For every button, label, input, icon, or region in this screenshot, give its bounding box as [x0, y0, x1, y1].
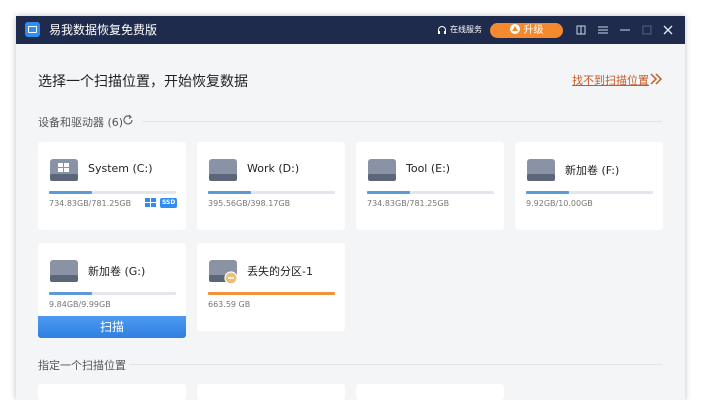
drive-usage-fill [208, 191, 252, 194]
upgrade-icon [509, 24, 520, 34]
hard-drive-icon [50, 159, 78, 181]
close-icon[interactable] [661, 22, 675, 38]
locations-section-label: 指定一个扫描位置 [38, 359, 126, 372]
location-card[interactable] [356, 384, 504, 400]
drive-size: 9.84GB/9.99GB [49, 300, 111, 309]
drive-size: 663.59 GB [208, 300, 251, 309]
drive-usage-fill [367, 191, 411, 194]
windows-icon [145, 198, 157, 208]
hard-drive-icon [368, 159, 396, 181]
section-divider [142, 121, 662, 122]
drive-usage-fill [208, 292, 335, 295]
drive-size: 9.92GB/10.00GB [526, 199, 593, 208]
drive-usage-bar [208, 191, 335, 194]
drive-usage-fill [49, 292, 93, 295]
drive-card-g[interactable]: 新加卷 (G:) 9.84GB/9.99GB 扫描 [38, 243, 186, 338]
drive-usage-bar [49, 191, 176, 194]
drive-card-lost-partition[interactable]: 丢失的分区-1 663.59 GB [197, 243, 345, 331]
upgrade-label: 升级 [523, 25, 544, 36]
scan-button[interactable]: 扫描 [38, 316, 186, 338]
maximize-icon[interactable] [640, 22, 654, 38]
hard-drive-icon [527, 159, 555, 181]
drive-usage-fill [49, 191, 93, 194]
cant-find-location-link[interactable]: 找不到扫描位置 [572, 72, 649, 88]
upgrade-button[interactable]: 升级 [490, 23, 563, 38]
drive-name: Tool (E:) [406, 162, 451, 175]
online-support-button[interactable]: 在线服务 [437, 24, 482, 36]
main-content: 选择一个扫描位置，开始恢复数据 找不到扫描位置 设备和驱动器 (6) Syste… [16, 44, 685, 400]
devices-section-label: 设备和驱动器 (6) [38, 116, 124, 129]
drive-usage-bar [49, 292, 176, 295]
drive-size: 734.83GB/781.25GB [367, 199, 450, 208]
headset-icon [438, 25, 446, 34]
drive-name: 新加卷 (G:) [88, 265, 146, 278]
drive-card-c[interactable]: System (C:) 734.83GB/781.25GB SSD [38, 142, 186, 230]
drive-usage-fill [526, 191, 570, 194]
drive-usage-bar [526, 191, 653, 194]
drive-usage-bar [367, 191, 494, 194]
app-window: 易我数据恢复免费版 在线服务 升级 选择一个扫描位置，开始恢复数据 找不到扫描位… [16, 16, 685, 400]
refresh-icon[interactable] [122, 114, 134, 126]
location-card[interactable] [38, 384, 186, 400]
location-card[interactable] [197, 384, 345, 400]
drive-size: 395.56GB/398.17GB [208, 199, 291, 208]
app-logo-icon [25, 22, 40, 37]
drive-name: 新加卷 (F:) [565, 164, 620, 177]
drive-name: System (C:) [88, 162, 153, 175]
section-divider [129, 364, 662, 365]
drive-usage-bar [208, 292, 335, 295]
drive-card-f[interactable]: 新加卷 (F:) 9.92GB/10.00GB [515, 142, 663, 230]
drive-name: Work (D:) [247, 162, 300, 175]
hard-drive-icon [209, 159, 237, 181]
drive-badges: SSD [145, 198, 178, 208]
hard-drive-icon [50, 260, 78, 282]
drive-card-d[interactable]: Work (D:) 395.56GB/398.17GB [197, 142, 345, 230]
drive-card-e[interactable]: Tool (E:) 734.83GB/781.25GB [356, 142, 504, 230]
drive-name: 丢失的分区-1 [247, 265, 313, 278]
lost-partition-drive-icon [209, 260, 238, 285]
online-support-label: 在线服务 [450, 25, 482, 34]
minimize-icon[interactable] [618, 22, 632, 38]
drive-size: 734.83GB/781.25GB [49, 199, 132, 208]
page-title: 选择一个扫描位置，开始恢复数据 [38, 74, 248, 90]
titlebar: 易我数据恢复免费版 在线服务 升级 [16, 16, 685, 44]
app-title: 易我数据恢复免费版 [49, 23, 158, 37]
ssd-badge: SSD [160, 198, 178, 208]
double-chevron-right-icon[interactable] [649, 72, 663, 86]
menu-icon[interactable] [596, 22, 610, 38]
log-icon[interactable] [574, 22, 588, 38]
